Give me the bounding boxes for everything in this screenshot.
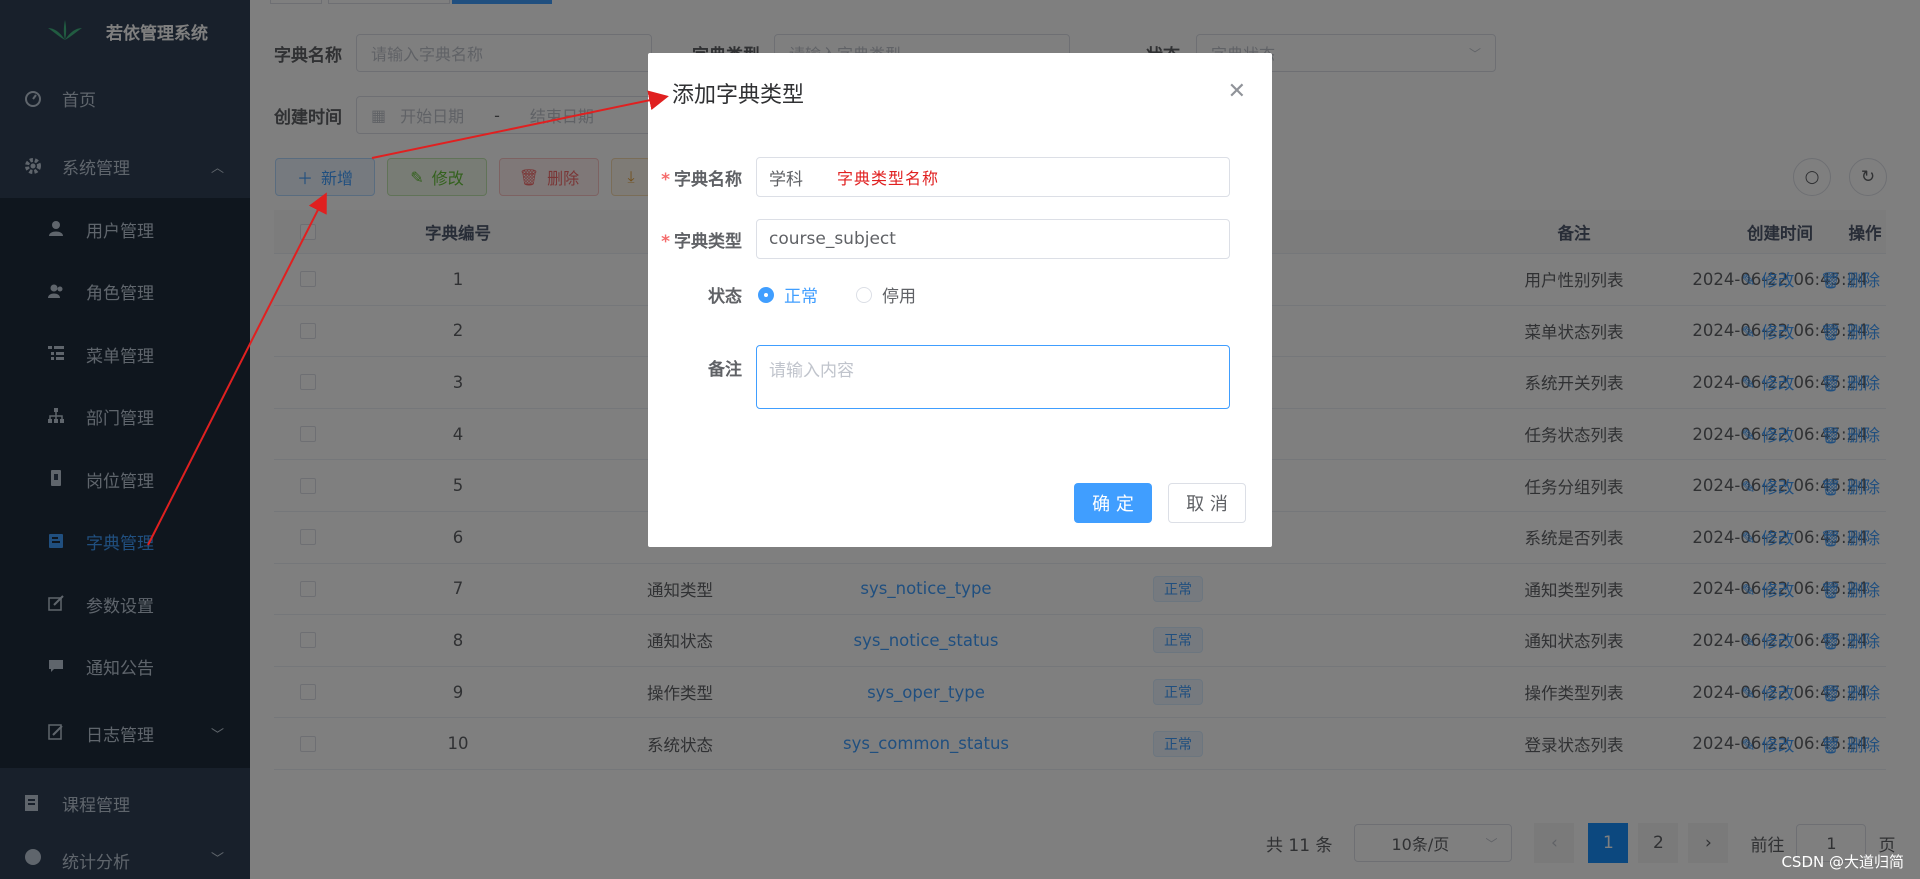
annotation-arrow [147,192,327,546]
annotation-arrows [147,90,669,546]
watermark: CSDN @大道归简 [1781,853,1904,871]
annotation-arrow [371,90,669,159]
